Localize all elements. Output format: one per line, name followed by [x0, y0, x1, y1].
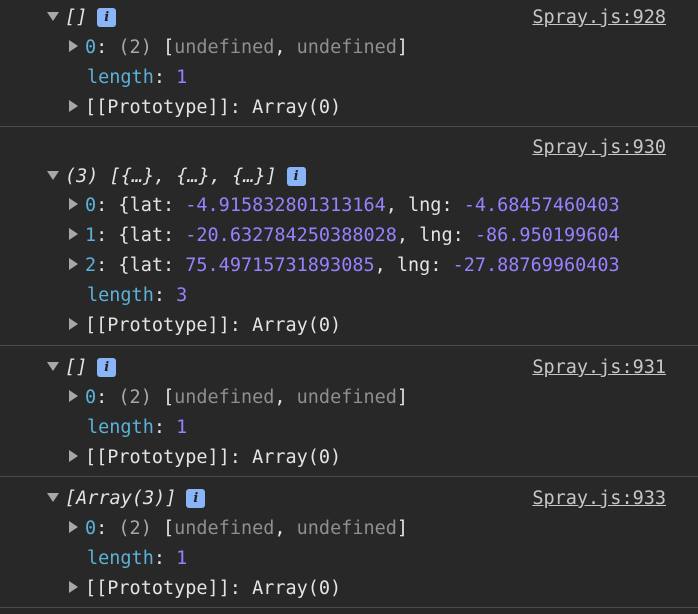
prototype-key: [[Prototype]]	[85, 315, 230, 336]
property-key: 0	[85, 387, 97, 408]
property-key: 0	[85, 195, 97, 216]
entry-divider	[0, 126, 698, 127]
tree-row: length: 1	[87, 417, 188, 438]
prototype-key: [[Prototype]]	[85, 447, 230, 468]
entry-divider	[0, 345, 698, 346]
triangle-right-icon[interactable]	[69, 40, 78, 52]
tree-row[interactable]: 0: (2) [undefined, undefined]	[69, 33, 408, 63]
entry-summary: []	[65, 7, 88, 28]
property-value: 1	[176, 417, 188, 438]
triangle-right-icon[interactable]	[69, 318, 78, 330]
tree-row[interactable]: 0: (2) [undefined, undefined]	[69, 383, 408, 413]
tree-row[interactable]: [[Prototype]]: Array(0)	[69, 443, 341, 473]
triangle-right-icon[interactable]	[69, 450, 78, 462]
prototype-value: Array(0)	[252, 578, 342, 599]
tree-row: length: 3	[87, 285, 188, 306]
triangle-down-icon[interactable]	[47, 493, 59, 502]
tree-row[interactable]: 0: (2) [undefined, undefined]	[69, 514, 408, 544]
entry-header[interactable]: [] i	[47, 3, 117, 33]
entry-header[interactable]: [Array(3)] i	[47, 484, 206, 514]
tree-row[interactable]: 2: {lat: 75.49715731893085, lng: -27.887…	[69, 251, 620, 281]
property-value: 1	[176, 548, 188, 569]
tree-row[interactable]: [[Prototype]]: Array(0)	[69, 311, 341, 341]
entry-summary: [Array(3)]	[65, 488, 177, 509]
entry-divider	[0, 476, 698, 477]
console-panel: [] i Spray.js:928 0: (2) [undefined, unde…	[0, 0, 698, 614]
source-link[interactable]: Spray.js:931	[532, 353, 666, 383]
triangle-right-icon[interactable]	[69, 521, 78, 533]
source-link[interactable]: Spray.js:933	[532, 484, 666, 514]
entry-header[interactable]: [] i	[47, 353, 117, 383]
triangle-right-icon[interactable]	[69, 228, 78, 240]
prototype-value: Array(0)	[252, 447, 342, 468]
property-key: length	[87, 548, 154, 569]
source-link[interactable]: Spray.js:930	[532, 133, 666, 163]
info-icon[interactable]: i	[286, 167, 306, 186]
property-key: 2	[85, 255, 97, 276]
property-value: 1	[176, 67, 188, 88]
tree-row[interactable]: 1: {lat: -20.632784250388028, lng: -86.9…	[69, 221, 620, 251]
triangle-down-icon[interactable]	[47, 171, 59, 180]
info-icon[interactable]: i	[97, 8, 117, 27]
property-key: 0	[85, 518, 97, 539]
triangle-right-icon[interactable]	[69, 390, 78, 402]
triangle-down-icon[interactable]	[47, 12, 59, 21]
entry-header[interactable]: (3) [{…}, {…}, {…}] i	[47, 162, 306, 192]
property-value: 3	[176, 285, 188, 306]
entry-summary: []	[65, 357, 88, 378]
prototype-key: [[Prototype]]	[85, 97, 230, 118]
property-key: length	[87, 417, 154, 438]
triangle-down-icon[interactable]	[47, 362, 59, 371]
triangle-right-icon[interactable]	[69, 258, 78, 270]
info-icon[interactable]: i	[186, 489, 206, 508]
tree-row[interactable]: [[Prototype]]: Array(0)	[69, 574, 341, 604]
property-key: length	[87, 67, 154, 88]
tree-row: length: 1	[87, 548, 188, 569]
source-link[interactable]: Spray.js:928	[532, 3, 666, 33]
entry-divider	[0, 607, 698, 608]
info-icon[interactable]: i	[97, 358, 117, 377]
tree-row[interactable]: 0: {lat: -4.915832801313164, lng: -4.684…	[69, 191, 620, 221]
prototype-value: Array(0)	[252, 97, 342, 118]
property-key: 1	[85, 225, 97, 246]
prototype-value: Array(0)	[252, 315, 342, 336]
entry-summary: (3) [{…}, {…}, {…}]	[65, 166, 277, 187]
triangle-right-icon[interactable]	[69, 581, 78, 593]
prototype-key: [[Prototype]]	[85, 578, 230, 599]
property-key: length	[87, 285, 154, 306]
triangle-right-icon[interactable]	[69, 198, 78, 210]
property-key: 0	[85, 37, 97, 58]
tree-row: length: 1	[87, 67, 188, 88]
tree-row[interactable]: [[Prototype]]: Array(0)	[69, 93, 341, 123]
triangle-right-icon[interactable]	[69, 100, 78, 112]
